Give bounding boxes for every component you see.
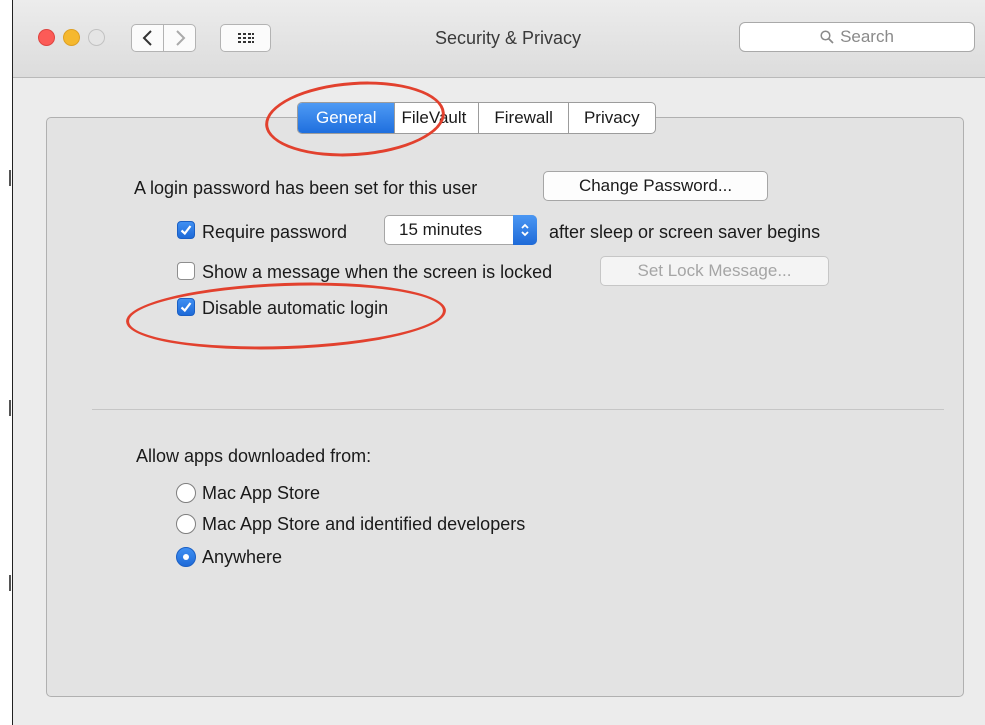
change-password-button[interactable]: Change Password... <box>543 171 768 201</box>
login-password-label: A login password has been set for this u… <box>134 178 478 198</box>
left-edge <box>0 0 12 725</box>
forward-button[interactable] <box>163 24 196 52</box>
tab-firewall[interactable]: Firewall <box>478 103 568 133</box>
minimize-window-button[interactable] <box>63 29 80 46</box>
window-title: Security & Privacy <box>434 28 582 48</box>
search-icon <box>820 30 834 44</box>
radio-mac-app-store-label: Mac App Store <box>202 483 321 503</box>
show-message-label: Show a message when the screen is locked <box>202 262 553 282</box>
tab-privacy[interactable]: Privacy <box>567 103 655 133</box>
radio-anywhere[interactable] <box>176 547 196 567</box>
checkmark-icon <box>180 225 192 236</box>
updown-arrows-icon <box>513 215 537 245</box>
set-lock-message-button[interactable]: Set Lock Message... <box>600 256 829 286</box>
edge-mark <box>9 575 11 591</box>
require-password-label: Require password <box>202 222 348 242</box>
search-placeholder: Search <box>840 27 894 46</box>
radio-identified-developers-label: Mac App Store and identified developers <box>202 514 526 534</box>
search-field[interactable]: Search <box>739 22 975 52</box>
zoom-window-button[interactable] <box>88 29 105 46</box>
show-message-checkbox[interactable] <box>177 262 195 280</box>
chevron-right-icon <box>175 30 185 46</box>
show-all-button[interactable] <box>220 24 271 52</box>
radio-mac-app-store[interactable] <box>176 483 196 503</box>
grid-icon <box>237 33 254 43</box>
downloads-heading: Allow apps downloaded from: <box>136 446 372 466</box>
require-interval-value: 15 minutes <box>399 220 483 239</box>
back-button[interactable] <box>131 24 164 52</box>
chevron-left-icon <box>142 30 152 46</box>
require-password-checkbox[interactable] <box>177 221 195 239</box>
close-window-button[interactable] <box>38 29 55 46</box>
require-interval-select[interactable]: 15 minutes <box>384 215 537 245</box>
preferences-window: Security & Privacy Search General FileVa… <box>12 0 985 725</box>
edge-mark <box>9 400 11 416</box>
edge-mark <box>9 170 11 186</box>
radio-identified-developers[interactable] <box>176 514 196 534</box>
section-divider <box>92 409 944 410</box>
radio-anywhere-label: Anywhere <box>202 547 283 567</box>
require-password-suffix: after sleep or screen saver begins <box>549 222 821 242</box>
general-panel <box>46 117 964 697</box>
title-bar: Security & Privacy Search <box>13 0 985 78</box>
